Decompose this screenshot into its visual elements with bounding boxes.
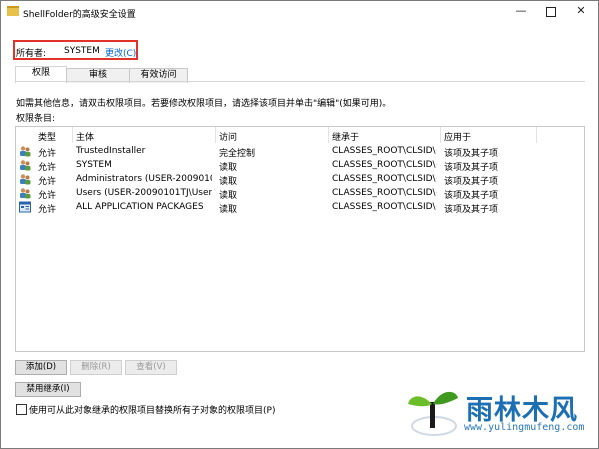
info-text: 如需其他信息，请双击权限项目。若要修改权限项目，请选择该项目并单击"编辑"(如果…: [16, 99, 392, 109]
watermark-url: www.yulingmufeng.com: [464, 422, 585, 433]
cell-type: 允许: [38, 177, 57, 187]
cell-inherited-from: CLASSES_ROOT\CLSID\{6...: [332, 188, 437, 198]
disable-inheritance-button[interactable]: 禁用继承(I): [15, 382, 81, 397]
user-group-icon: [20, 188, 31, 199]
cell-applies-to: 该项及其子项: [444, 191, 499, 201]
close-button[interactable]: ✕: [566, 1, 596, 23]
replace-child-permissions-label[interactable]: 使用可从此对象继承的权限项目替换所有子对象的权限项目(P): [29, 403, 275, 416]
cell-principal: Administrators (USER-20090101...: [76, 174, 212, 184]
cell-access: 读取: [219, 205, 238, 215]
add-button[interactable]: 添加(D): [15, 360, 67, 375]
cell-principal: SYSTEM: [76, 160, 112, 170]
cell-inherited-from: CLASSES_ROOT\CLSID\{6...: [332, 146, 437, 156]
tab-divider: [15, 81, 585, 82]
cell-principal: ALL APPLICATION PACKAGES: [76, 202, 204, 212]
column-divider[interactable]: [328, 127, 329, 143]
cell-principal: TrustedInstaller: [76, 146, 146, 156]
window-title: ShellFolder的高级安全设置: [23, 10, 136, 20]
folder-icon: [7, 6, 19, 16]
cell-type: 允许: [38, 163, 57, 173]
table-row[interactable]: 允许 SYSTEM 读取 CLASSES_ROOT\CLSID\{6... 该项…: [16, 159, 584, 173]
cell-type: 允许: [38, 205, 57, 215]
cell-access: 读取: [219, 191, 238, 201]
column-header-access[interactable]: 访问: [219, 130, 237, 143]
cell-inherited-from: CLASSES_ROOT\CLSID\{6...: [332, 202, 437, 212]
cell-applies-to: 该项及其子项: [444, 149, 499, 159]
user-group-icon: [20, 146, 31, 157]
column-divider[interactable]: [72, 127, 73, 143]
advanced-security-window: ShellFolder的高级安全设置 — ✕ 所有者: SYSTEM 更改(C)…: [0, 0, 599, 449]
column-divider[interactable]: [536, 127, 537, 143]
user-group-icon: [20, 160, 31, 171]
cell-access: 完全控制: [219, 149, 256, 159]
table-row[interactable]: 允许 TrustedInstaller 完全控制 CLASSES_ROOT\CL…: [16, 145, 584, 159]
cell-type: 允许: [38, 191, 57, 201]
permission-entries-label: 权限条目:: [16, 114, 56, 124]
cell-inherited-from: CLASSES_ROOT\CLSID\{6...: [332, 160, 437, 170]
cell-access: 读取: [219, 177, 238, 187]
user-group-icon: [20, 174, 31, 185]
cell-applies-to: 该项及其子项: [444, 163, 499, 173]
permission-entries-list[interactable]: 类型 主体 访问 继承于 应用于 允许 TrustedInstaller 完全控…: [15, 126, 585, 352]
app-packages-icon: [19, 201, 31, 213]
title-bar[interactable]: ShellFolder的高级安全设置 — ✕: [1, 1, 598, 23]
change-owner-link[interactable]: 更改(C): [105, 46, 136, 59]
column-header-principal[interactable]: 主体: [76, 130, 94, 143]
column-divider[interactable]: [440, 127, 441, 143]
column-header-applies-to[interactable]: 应用于: [444, 130, 471, 143]
cell-type: 允许: [38, 149, 57, 159]
column-header-inherited-from[interactable]: 继承于: [332, 130, 359, 143]
maximize-button[interactable]: [536, 1, 566, 23]
column-header-type[interactable]: 类型: [38, 130, 56, 143]
cell-access: 读取: [219, 163, 238, 173]
replace-child-permissions-checkbox[interactable]: [16, 404, 27, 415]
cell-applies-to: 该项及其子项: [444, 205, 499, 215]
view-button[interactable]: 查看(V): [125, 360, 177, 375]
column-divider[interactable]: [215, 127, 216, 143]
table-row[interactable]: 允许 ALL APPLICATION PACKAGES 读取 CLASSES_R…: [16, 201, 584, 215]
minimize-button[interactable]: —: [506, 1, 536, 23]
table-row[interactable]: 允许 Users (USER-20090101TJ\Users) 读取 CLAS…: [16, 187, 584, 201]
maximize-icon: [546, 7, 556, 17]
list-header: 类型 主体 访问 继承于 应用于: [16, 127, 584, 143]
remove-button[interactable]: 删除(R): [70, 360, 122, 375]
cell-inherited-from: CLASSES_ROOT\CLSID\{6...: [332, 174, 437, 184]
cell-applies-to: 该项及其子项: [444, 177, 499, 187]
cell-principal: Users (USER-20090101TJ\Users): [76, 188, 212, 198]
owner-value: SYSTEM: [64, 46, 100, 56]
owner-label: 所有者:: [16, 49, 47, 59]
table-row[interactable]: 允许 Administrators (USER-20090101... 读取 C…: [16, 173, 584, 187]
